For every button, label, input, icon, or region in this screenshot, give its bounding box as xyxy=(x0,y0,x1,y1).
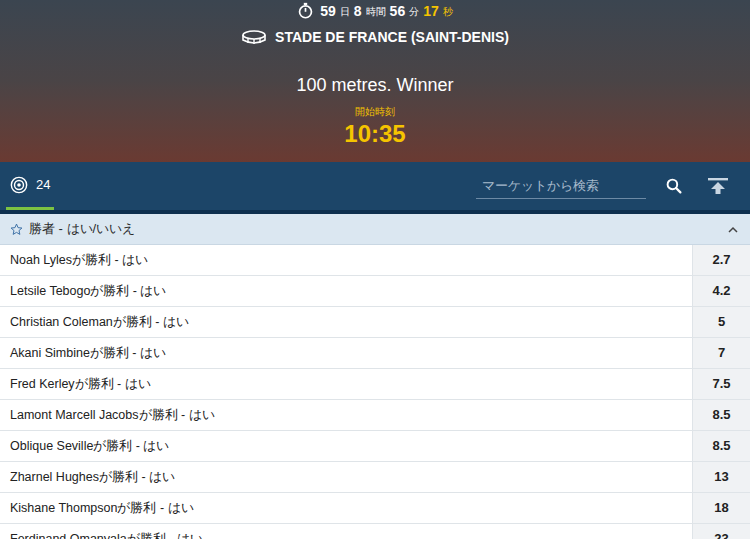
market-header[interactable]: 勝者 - はい/いいえ xyxy=(0,214,750,245)
odds-value: 23 xyxy=(714,529,728,539)
odds-button[interactable]: 23 xyxy=(692,524,750,539)
odds-button[interactable]: 4.2 xyxy=(692,276,750,306)
odds-button[interactable]: 8.5 xyxy=(692,400,750,430)
selection-label: Noah Lylesが勝利 - はい xyxy=(10,251,148,270)
event-title: 100 metres. Winner xyxy=(296,73,453,97)
selection-label: Lamont Marcell Jacobsが勝利 - はい xyxy=(10,406,215,425)
selection-row[interactable]: Zharnel Hughesが勝利 - はい 13 xyxy=(0,462,750,493)
selection-label-cell: Ferdinand Omanyalaが勝利 - はい xyxy=(0,524,692,539)
search-button[interactable] xyxy=(656,162,692,210)
favorite-toggle[interactable] xyxy=(10,223,23,236)
countdown: 59日8時間56分17秒 xyxy=(297,0,453,20)
event-header: 59日8時間56分17秒 STADE DE FRANCE (SAINT-DENIS… xyxy=(0,0,750,162)
odds-value: 2.7 xyxy=(712,250,730,270)
odds-value: 4.2 xyxy=(712,281,730,301)
odds-value: 5 xyxy=(718,312,725,332)
selection-label: Zharnel Hughesが勝利 - はい xyxy=(10,468,175,487)
countdown-days: 59 xyxy=(320,2,336,20)
stopwatch-icon xyxy=(297,2,314,19)
selection-label-cell: Zharnel Hughesが勝利 - はい xyxy=(0,462,692,492)
countdown-seconds-unit: 秒 xyxy=(443,4,453,20)
selection-label-cell: Kishane Thompsonが勝利 - はい xyxy=(0,493,692,523)
odds-button[interactable]: 5 xyxy=(692,307,750,337)
countdown-hours-unit: 時間 xyxy=(366,4,386,20)
markets-count: 24 xyxy=(36,175,50,195)
search-input[interactable] xyxy=(476,173,646,199)
countdown-minutes: 56 xyxy=(390,2,406,20)
selection-label-cell: Fred Kerleyが勝利 - はい xyxy=(0,369,692,399)
odds-button[interactable]: 13 xyxy=(692,462,750,492)
collapse-toggle[interactable] xyxy=(728,226,738,233)
selection-row[interactable]: Akani Simbineが勝利 - はい 7 xyxy=(0,338,750,369)
selection-label-cell: Christian Colemanが勝利 - はい xyxy=(0,307,692,337)
selection-label: Christian Colemanが勝利 - はい xyxy=(10,313,189,332)
selection-row[interactable]: Lamont Marcell Jacobsが勝利 - はい 8.5 xyxy=(0,400,750,431)
countdown-minutes-unit: 分 xyxy=(409,4,419,20)
start-label: 開始時刻 xyxy=(355,105,395,119)
odds-value: 8.5 xyxy=(712,436,730,456)
selection-row[interactable]: Noah Lylesが勝利 - はい 2.7 xyxy=(0,245,750,276)
countdown-seconds: 17 xyxy=(423,2,439,20)
selection-label: Ferdinand Omanyalaが勝利 - はい xyxy=(10,530,203,539)
odds-value: 8.5 xyxy=(712,405,730,425)
scroll-top-icon xyxy=(707,177,729,195)
target-icon xyxy=(10,176,28,194)
selection-label-cell: Lamont Marcell Jacobsが勝利 - はい xyxy=(0,400,692,430)
selection-label: Fred Kerleyが勝利 - はい xyxy=(10,375,151,394)
toolbar: 24 xyxy=(0,162,750,214)
start-time: 10:35 xyxy=(344,119,405,149)
selection-row[interactable]: Kishane Thompsonが勝利 - はい 18 xyxy=(0,493,750,524)
countdown-days-unit: 日 xyxy=(340,4,350,20)
selection-label: Letsile Tebogoが勝利 - はい xyxy=(10,282,167,301)
selection-row[interactable]: Ferdinand Omanyalaが勝利 - はい 23 xyxy=(0,524,750,539)
stadium-icon xyxy=(241,29,267,45)
selection-label: Kishane Thompsonが勝利 - はい xyxy=(10,499,194,518)
odds-button[interactable]: 7 xyxy=(692,338,750,368)
star-icon xyxy=(10,223,23,236)
search-wrap xyxy=(476,162,646,210)
selection-label-cell: Letsile Tebogoが勝利 - はい xyxy=(0,276,692,306)
odds-button[interactable]: 2.7 xyxy=(692,245,750,275)
toolbar-spacer xyxy=(54,162,476,210)
odds-button[interactable]: 8.5 xyxy=(692,431,750,461)
selection-label: Oblique Sevilleが勝利 - はい xyxy=(10,437,170,456)
venue-name: STADE DE FRANCE (SAINT-DENIS) xyxy=(275,27,509,47)
venue: STADE DE FRANCE (SAINT-DENIS) xyxy=(241,27,509,47)
selection-label-cell: Akani Simbineが勝利 - はい xyxy=(0,338,692,368)
markets-tab[interactable]: 24 xyxy=(6,162,54,210)
odds-value: 7.5 xyxy=(712,374,730,394)
selection-list: Noah Lylesが勝利 - はい 2.7 Letsile Tebogoが勝利 -… xyxy=(0,245,750,539)
selection-row[interactable]: Fred Kerleyが勝利 - はい 7.5 xyxy=(0,369,750,400)
scroll-top-button[interactable] xyxy=(692,162,744,210)
countdown-hours: 8 xyxy=(354,2,362,20)
search-icon xyxy=(666,178,682,194)
odds-value: 18 xyxy=(714,498,728,518)
market-title: 勝者 - はい/いいえ xyxy=(29,219,728,239)
selection-row[interactable]: Oblique Sevilleが勝利 - はい 8.5 xyxy=(0,431,750,462)
odds-value: 7 xyxy=(718,343,725,363)
selection-label-cell: Oblique Sevilleが勝利 - はい xyxy=(0,431,692,461)
selection-row[interactable]: Christian Colemanが勝利 - はい 5 xyxy=(0,307,750,338)
selection-row[interactable]: Letsile Tebogoが勝利 - はい 4.2 xyxy=(0,276,750,307)
selection-label: Akani Simbineが勝利 - はい xyxy=(10,344,166,363)
odds-value: 13 xyxy=(714,467,728,487)
odds-button[interactable]: 18 xyxy=(692,493,750,523)
selection-label-cell: Noah Lylesが勝利 - はい xyxy=(0,245,692,275)
odds-button[interactable]: 7.5 xyxy=(692,369,750,399)
chevron-icon xyxy=(728,226,738,233)
